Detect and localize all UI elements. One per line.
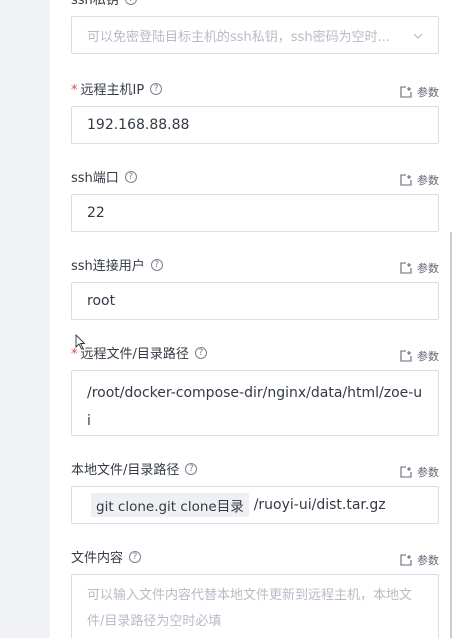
insert-param-icon (400, 350, 412, 362)
help-icon[interactable]: ? (194, 346, 207, 359)
field-local-path: 本地文件/目录路径 ? 参数 git clone.git clone目录 /ru… (71, 456, 439, 524)
form-panel: ssh私钥 ? 可以免密登陆目标主机的ssh私钥，ssh密码为空时... *远程… (50, 0, 452, 638)
param-button[interactable]: 参数 (400, 172, 439, 188)
param-button[interactable]: 参数 (400, 348, 439, 364)
chevron-down-icon (413, 28, 423, 42)
remote-ip-input[interactable]: 192.168.88.88 (71, 106, 439, 144)
ssh-key-select[interactable]: 可以免密登陆目标主机的ssh私钥，ssh密码为空时... (71, 16, 439, 54)
file-content-textarea[interactable]: 可以输入文件内容代替本地文件更新到远程主机，本地文件/目录路径为空时必填 (71, 574, 439, 638)
remote-path-textarea[interactable]: /root/docker-compose-dir/nginx/data/html… (71, 370, 439, 436)
field-label: * 远程主机IP ? (71, 79, 163, 98)
insert-param-icon (400, 554, 412, 566)
mouse-cursor-icon (75, 334, 85, 350)
field-label: ssh端口 ? (71, 167, 137, 186)
field-label: * 远程文件/目录路径 ? (71, 343, 207, 362)
field-remote-path: * 远程文件/目录路径 ? 参数 /root/docker-compose-dir… (71, 340, 439, 436)
help-icon[interactable]: ? (124, 170, 137, 183)
field-label: ssh私钥 ? (71, 0, 137, 8)
field-label: ssh连接用户 ? (71, 255, 163, 274)
help-icon[interactable]: ? (129, 550, 142, 563)
insert-param-icon (400, 86, 412, 98)
param-button[interactable]: 参数 (400, 84, 439, 100)
param-button[interactable]: 参数 (400, 552, 439, 568)
required-mark: * (71, 83, 78, 98)
field-file-content: 文件内容 ? 参数 可以输入文件内容代替本地文件更新到远程主机，本地文件/目录路… (71, 544, 439, 638)
field-label: 本地文件/目录路径 ? (71, 459, 198, 478)
insert-param-icon (400, 466, 412, 478)
field-ssh-port: ssh端口 ? 参数 22 (71, 164, 439, 232)
field-ssh-key: ssh私钥 ? 可以免密登陆目标主机的ssh私钥，ssh密码为空时... (71, 0, 439, 54)
param-button[interactable]: 参数 (400, 260, 439, 276)
local-path-input[interactable]: git clone.git clone目录 /ruoyi-ui/dist.tar… (71, 486, 439, 524)
field-label: 文件内容 ? (71, 547, 142, 566)
param-button[interactable]: 参数 (400, 464, 439, 480)
ssh-port-input[interactable]: 22 (71, 194, 439, 232)
help-icon[interactable]: ? (185, 462, 198, 475)
help-icon[interactable]: ? (124, 0, 137, 5)
help-icon[interactable]: ? (150, 82, 163, 95)
field-ssh-user: ssh连接用户 ? 参数 root (71, 252, 439, 320)
ssh-user-input[interactable]: root (71, 282, 439, 320)
insert-param-icon (400, 262, 412, 274)
insert-param-icon (400, 174, 412, 186)
variable-tag[interactable]: git clone.git clone目录 (91, 493, 249, 517)
field-remote-ip: * 远程主机IP ? 参数 192.168.88.88 (71, 76, 439, 144)
help-icon[interactable]: ? (150, 258, 163, 271)
